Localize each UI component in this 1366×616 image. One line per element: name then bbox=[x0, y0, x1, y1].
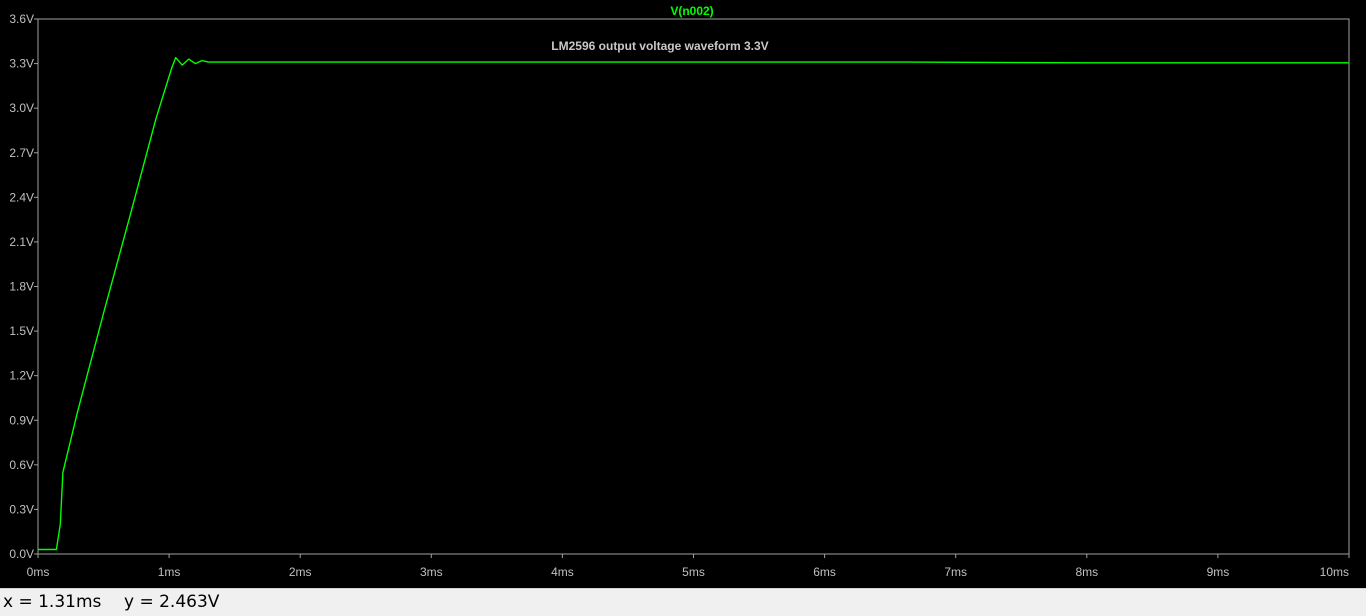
status-bar: x = 1.31ms y = 2.463V bbox=[0, 588, 1366, 616]
y-tick-label: 0.0V bbox=[9, 547, 34, 561]
y-tick-label: 2.4V bbox=[9, 190, 34, 204]
voltage-trace[interactable] bbox=[38, 56, 1349, 551]
y-tick-label: 0.6V bbox=[9, 458, 34, 472]
x-axis: 0ms 1ms 2ms 3ms 4ms 5ms 6ms 7ms 8ms 9ms 10ms bbox=[27, 554, 1350, 579]
x-tick-label: 9ms bbox=[1207, 565, 1230, 579]
plot-frame bbox=[37, 18, 1350, 555]
x-tick-label: 5ms bbox=[682, 565, 705, 579]
x-tick-label: 6ms bbox=[813, 565, 836, 579]
plot-window[interactable]: V(n002) LM2596 output voltage waveform 3… bbox=[0, 0, 1366, 588]
trace-group bbox=[38, 56, 1349, 551]
y-tick-label: 3.3V bbox=[9, 57, 34, 71]
y-tick-label: 3.0V bbox=[9, 101, 34, 115]
y-tick-label: 2.7V bbox=[9, 146, 34, 160]
x-tick-label: 10ms bbox=[1320, 565, 1349, 579]
plot-annotation[interactable]: LM2596 output voltage waveform 3.3V bbox=[551, 39, 768, 53]
y-tick-label: 0.3V bbox=[9, 502, 34, 516]
y-tick-label: 1.8V bbox=[9, 280, 34, 294]
x-tick-label: 3ms bbox=[420, 565, 443, 579]
y-axis: 0.0V 0.3V 0.6V 0.9V 1.2V 1.5V 1.8V 2.1V 2.4V 2.7V… bbox=[9, 12, 38, 561]
x-tick-label: 0ms bbox=[27, 565, 50, 579]
y-tick-label: 1.2V bbox=[9, 369, 34, 383]
x-tick-label: 2ms bbox=[289, 565, 312, 579]
y-tick-label: 2.1V bbox=[9, 235, 34, 249]
x-tick-label: 7ms bbox=[944, 565, 967, 579]
cursor-y-readout: y = 2.463V bbox=[124, 592, 220, 612]
y-tick-label: 1.5V bbox=[9, 324, 34, 338]
y-tick-label: 3.6V bbox=[9, 12, 34, 26]
x-tick-label: 8ms bbox=[1075, 565, 1098, 579]
waveform-plot[interactable]: V(n002) LM2596 output voltage waveform 3… bbox=[0, 0, 1366, 588]
x-tick-label: 1ms bbox=[158, 565, 181, 579]
x-tick-label: 4ms bbox=[551, 565, 574, 579]
cursor-x-readout: x = 1.31ms bbox=[3, 592, 102, 612]
y-tick-label: 0.9V bbox=[9, 413, 34, 427]
trace-title[interactable]: V(n002) bbox=[670, 4, 713, 18]
